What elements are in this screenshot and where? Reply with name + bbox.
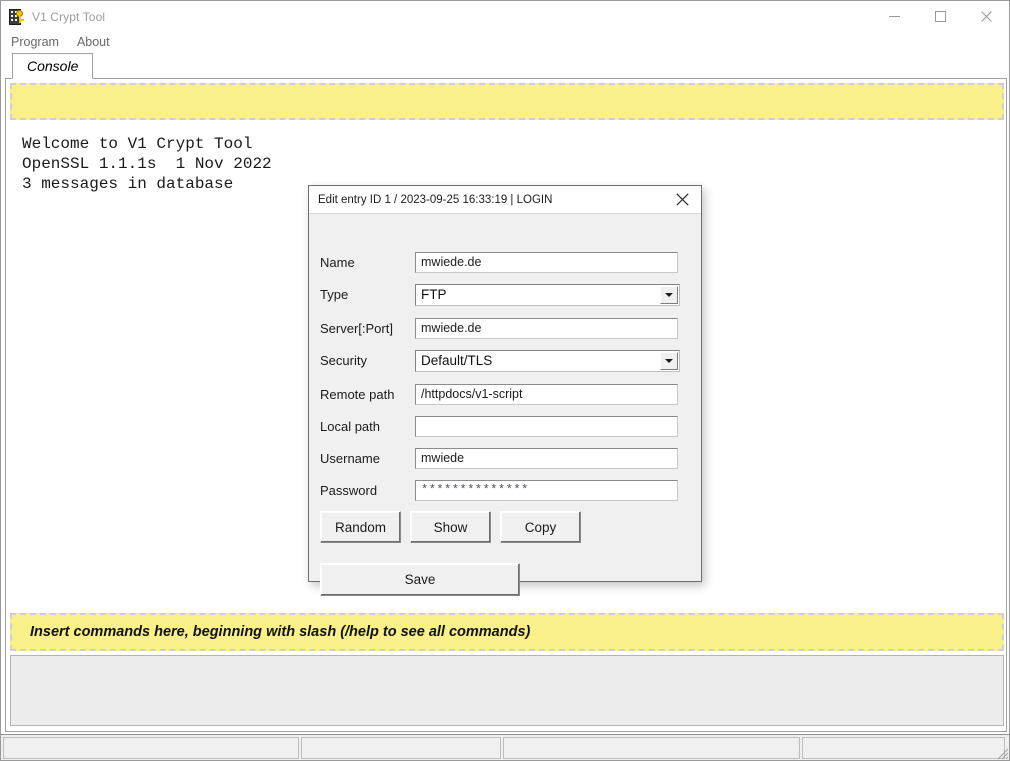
close-icon <box>675 192 689 206</box>
form-row-type: Type FTP <box>309 284 701 308</box>
save-button[interactable]: Save <box>320 563 520 596</box>
close-button[interactable] <box>963 1 1009 32</box>
form-row-security: Security Default/TLS <box>309 350 701 374</box>
form-row-password: Password ************** <box>309 480 701 504</box>
status-panel-3 <box>503 737 800 759</box>
input-password[interactable]: ************** <box>415 480 678 501</box>
form-row-local-path: Local path <box>309 416 701 440</box>
minimize-icon <box>888 16 900 17</box>
select-type-value: FTP <box>421 287 447 302</box>
menu-item-about[interactable]: About <box>77 32 110 52</box>
title-bar: V1 Crypt Tool <box>1 1 1009 32</box>
select-security[interactable]: Default/TLS <box>415 350 680 372</box>
console-header-input[interactable] <box>10 83 1004 120</box>
maximize-icon <box>934 11 946 22</box>
menu-item-program[interactable]: Program <box>11 32 59 52</box>
chevron-down-icon[interactable] <box>660 286 678 304</box>
dialog-title-bar: Edit entry ID 1 / 2023-09-25 16:33:19 | … <box>309 186 701 214</box>
dialog-body: Name mwiede.de Type FTP Server[:Port] mw… <box>309 214 701 596</box>
chevron-down-icon[interactable] <box>660 352 678 370</box>
select-security-value: Default/TLS <box>421 353 493 368</box>
status-panel-1 <box>3 737 299 759</box>
dialog-close-button[interactable] <box>663 186 701 212</box>
app-building-key-icon <box>9 8 25 25</box>
label-type: Type <box>320 287 349 302</box>
console-filler-panel <box>10 655 1004 726</box>
tab-strip: Console <box>5 53 1007 79</box>
form-row-server: Server[:Port] mwiede.de <box>309 318 701 342</box>
menu-bar: Program About <box>1 32 1009 52</box>
label-local-path: Local path <box>320 419 380 434</box>
edit-entry-dialog: Edit entry ID 1 / 2023-09-25 16:33:19 | … <box>308 185 702 596</box>
label-remote-path: Remote path <box>320 387 395 402</box>
input-remote-path[interactable]: /httpdocs/v1-script <box>415 384 678 405</box>
maximize-button[interactable] <box>917 1 963 32</box>
input-local-path[interactable] <box>415 416 678 437</box>
label-name: Name <box>320 255 355 270</box>
input-username[interactable]: mwiede <box>415 448 678 469</box>
form-row-name: Name mwiede.de <box>309 252 701 276</box>
command-input[interactable]: Insert commands here, beginning with sla… <box>10 613 1004 651</box>
status-panel-4 <box>802 737 1005 759</box>
form-row-remote-path: Remote path /httpdocs/v1-script <box>309 384 701 408</box>
label-username: Username <box>320 451 380 466</box>
input-name[interactable]: mwiede.de <box>415 252 678 273</box>
label-server-port: Server[:Port] <box>320 321 393 336</box>
window-controls <box>871 1 1009 32</box>
tab-console[interactable]: Console <box>12 53 94 79</box>
command-input-hint: Insert commands here, beginning with sla… <box>30 624 531 640</box>
label-security: Security <box>320 353 367 368</box>
resize-grip-icon[interactable] <box>995 746 1009 760</box>
application-window: V1 Crypt Tool Program About Console Welc… <box>0 0 1010 761</box>
form-row-username: Username mwiede <box>309 448 701 472</box>
label-password: Password <box>320 483 378 498</box>
status-panel-2 <box>301 737 501 759</box>
minimize-button[interactable] <box>871 1 917 32</box>
select-type[interactable]: FTP <box>415 284 680 306</box>
show-button[interactable]: Show <box>410 511 491 543</box>
dialog-title: Edit entry ID 1 / 2023-09-25 16:33:19 | … <box>318 193 553 206</box>
status-bar <box>1 734 1009 760</box>
random-button[interactable]: Random <box>320 511 401 543</box>
close-icon <box>980 11 992 22</box>
copy-button[interactable]: Copy <box>500 511 581 543</box>
input-server-port[interactable]: mwiede.de <box>415 318 678 339</box>
window-title: V1 Crypt Tool <box>32 9 106 24</box>
